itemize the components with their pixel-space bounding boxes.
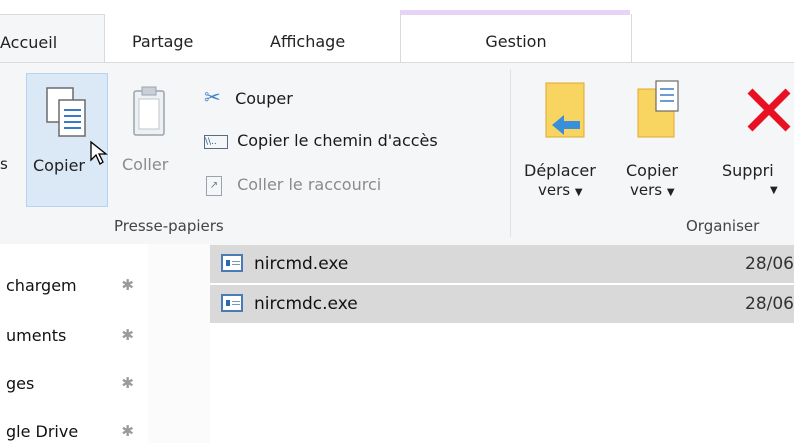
tab-partage[interactable]: Partage: [132, 14, 193, 62]
partial-button-label[interactable]: s: [0, 155, 8, 173]
copy-to-icon: [637, 80, 679, 138]
nav-item-label: gle Drive: [6, 422, 79, 441]
path-icon: \\..: [204, 134, 228, 149]
paste-shortcut-label: Coller le raccourci: [237, 175, 382, 194]
clipboard-icon: [133, 86, 165, 136]
nav-item[interactable]: chargem ✱: [6, 276, 142, 295]
cut-button[interactable]: ✂ Couper: [204, 83, 293, 111]
paste-shortcut-button[interactable]: ↗ Coller le raccourci: [204, 171, 381, 199]
file-row[interactable]: nircmdc.exe 28/06: [210, 285, 794, 323]
exe-file-icon: [221, 254, 243, 272]
nav-item[interactable]: ges ✱: [6, 374, 142, 393]
navigation-pane: chargem ✱ uments ✱ ges ✱ gle Drive ✱: [0, 244, 149, 443]
group-label-presse-papiers: Presse-papiers: [114, 217, 224, 235]
tab-gestion[interactable]: Gestion: [400, 14, 632, 62]
move-to-icon: [545, 82, 585, 138]
file-name: nircmd.exe: [254, 254, 349, 274]
nav-item[interactable]: gle Drive ✱: [6, 422, 142, 441]
copy-button-label: Copier: [33, 156, 85, 175]
nav-scroll-area: [148, 244, 210, 443]
tab-accueil[interactable]: Accueil: [0, 14, 105, 63]
ribbon-tab-bar: Accueil Partage Affichage Gestion: [0, 0, 794, 63]
group-separator: [510, 69, 511, 237]
cursor-icon: [90, 140, 108, 165]
ribbon-panel: s Copier Coller ✂ Couper \\.. Copier le …: [0, 62, 794, 246]
pin-icon[interactable]: ✱: [121, 374, 134, 392]
paste-button-label: Coller: [122, 155, 169, 174]
delete-icon: [747, 88, 791, 132]
copy-path-label: Copier le chemin d'accès: [237, 131, 438, 150]
tab-affichage[interactable]: Affichage: [270, 14, 345, 62]
move-to-label-2: vers ▼: [538, 181, 583, 199]
copy-icon: [46, 87, 86, 137]
nav-item-label: uments: [6, 326, 67, 345]
move-to-label-1: Déplacer: [524, 161, 596, 180]
pin-icon[interactable]: ✱: [121, 422, 134, 440]
scissors-icon: ✂: [204, 85, 221, 109]
delete-label: Suppri: [722, 161, 774, 180]
group-label-organiser: Organiser: [686, 217, 760, 235]
cut-button-label: Couper: [235, 89, 293, 108]
move-to-button[interactable]: Déplacer vers ▼: [520, 73, 612, 205]
shortcut-icon: ↗: [206, 175, 222, 196]
pin-icon[interactable]: ✱: [121, 326, 134, 344]
nav-item-label: ges: [6, 374, 35, 393]
nav-item-label: chargem: [6, 276, 77, 295]
pin-icon[interactable]: ✱: [121, 276, 134, 294]
delete-caret: ▼: [770, 185, 778, 196]
delete-button[interactable]: Suppri ▼: [708, 73, 794, 205]
file-name: nircmdc.exe: [254, 294, 358, 314]
nav-item[interactable]: uments ✱: [6, 326, 142, 345]
paste-button[interactable]: Coller: [118, 73, 178, 205]
file-date: 28/06: [745, 294, 794, 314]
copy-button[interactable]: Copier: [26, 73, 108, 207]
copy-path-button[interactable]: \\.. Copier le chemin d'accès: [204, 127, 438, 155]
copy-to-label-2: vers ▼: [630, 181, 675, 199]
copy-to-button[interactable]: Copier vers ▼: [620, 73, 700, 205]
exe-file-icon: [221, 294, 243, 312]
file-row[interactable]: nircmd.exe 28/06: [210, 245, 794, 283]
file-date: 28/06: [745, 254, 794, 274]
copy-to-label-1: Copier: [626, 161, 678, 180]
